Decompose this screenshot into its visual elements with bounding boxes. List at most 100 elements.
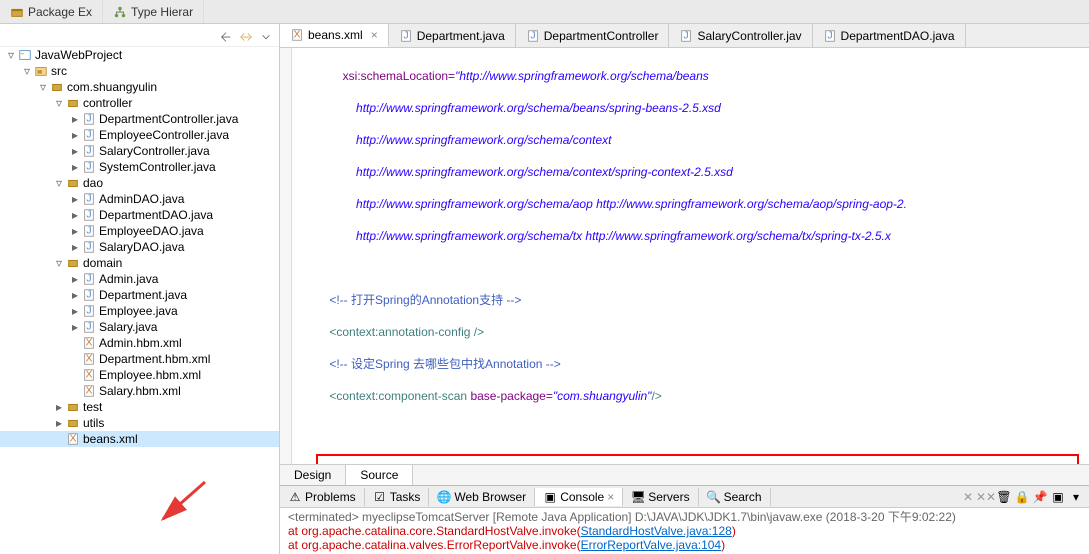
tab-problems[interactable]: ⚠Problems [280,488,365,506]
java-file-icon: J [82,304,96,318]
tree-file[interactable]: ▸JSalaryController.java [0,143,279,159]
open-console-icon[interactable]: ▾ [1069,490,1083,504]
editor-tab-beans[interactable]: Xbeans.xml× [280,24,389,47]
java-file-icon: J [82,224,96,238]
svg-text:J: J [86,209,91,221]
svg-text:J: J [827,29,832,41]
tab-web-browser[interactable]: 🌐Web Browser [429,488,535,506]
tab-design[interactable]: Design [280,465,346,485]
package-icon [66,176,80,190]
svg-text:X: X [86,385,93,397]
tree-file[interactable]: XSalary.hbm.xml [0,383,279,399]
tree-package[interactable]: ▿com.shuangyulin [0,79,279,95]
tab-servers[interactable]: 🖥Servers [623,488,698,506]
stack-link[interactable]: StandardHostValve.java:128 [581,524,732,538]
tree-test[interactable]: ▸test [0,399,279,415]
svg-text:J: J [86,193,91,205]
tree-controller[interactable]: ▿controller [0,95,279,111]
tab-package-explorer[interactable]: Package Ex [0,0,103,23]
xml-file-icon: X [290,28,304,42]
svg-text:J: J [86,273,91,285]
hierarchy-icon [113,5,127,19]
tasks-icon: ☑ [373,490,387,504]
collapse-icon[interactable] [219,30,233,44]
tab-search[interactable]: 🔍Search [699,488,771,506]
svg-text:J: J [684,29,689,41]
java-file-icon: J [823,29,837,43]
editor-tab[interactable]: JDepartmentDAO.java [813,24,966,47]
tree-file[interactable]: ▸JDepartmentController.java [0,111,279,127]
package-icon [50,80,64,94]
package-explorer[interactable]: ▿JavaWebProject ▿src ▿com.shuangyulin ▿c… [0,24,280,554]
stack-link[interactable]: ErrorReportValve.java:104 [581,538,722,552]
tree-domain[interactable]: ▿domain [0,255,279,271]
tree-file[interactable]: ▸JEmployeeController.java [0,127,279,143]
tab-source[interactable]: Source [346,465,413,485]
tree-utils[interactable]: ▸utils [0,415,279,431]
menu-icon[interactable] [259,30,273,44]
svg-text:X: X [86,353,93,365]
tree-file[interactable]: ▸JDepartmentDAO.java [0,207,279,223]
java-file-icon: J [679,29,693,43]
java-file-icon: J [82,240,96,254]
svg-text:X: X [294,29,301,41]
tab-tasks[interactable]: ☑Tasks [365,488,430,506]
explorer-toolbar [0,28,279,47]
tab-console[interactable]: ▣Console × [535,488,623,506]
close-icon[interactable]: × [371,28,378,42]
console-output[interactable]: <terminated> myeclipseTomcatServer [Remo… [280,508,1089,554]
src-folder-icon [34,64,48,78]
tree-dao[interactable]: ▿dao [0,175,279,191]
bottom-tabs: ⚠Problems ☑Tasks 🌐Web Browser ▣Console ×… [280,486,1089,508]
bottom-panel: ⚠Problems ☑Tasks 🌐Web Browser ▣Console ×… [280,485,1089,554]
package-icon [66,256,80,270]
tree-file[interactable]: XAdmin.hbm.xml [0,335,279,351]
svg-text:J: J [86,241,91,253]
svg-text:J: J [530,29,535,41]
tree-file[interactable]: ▸JDepartment.java [0,287,279,303]
console-icon: ▣ [543,490,557,504]
tree-file[interactable]: ▸JAdminDAO.java [0,191,279,207]
tree-file[interactable]: ▸JSalary.java [0,319,279,335]
close-icon[interactable]: × [607,490,614,504]
tab-type-hierarchy[interactable]: Type Hierar [103,0,204,23]
search-icon: 🔍 [707,490,721,504]
tree-file[interactable]: ▸JEmployeeDAO.java [0,223,279,239]
java-file-icon: J [82,320,96,334]
editor-tab[interactable]: JDepartment.java [389,24,516,47]
package-icon [66,96,80,110]
code-editor[interactable]: xsi:schemaLocation="http://www.springfra… [292,48,1089,464]
servers-icon: 🖥 [631,490,645,504]
remove-launch-icon[interactable]: ✕ [961,490,975,504]
pin-console-icon[interactable]: 📌 [1033,490,1047,504]
display-console-icon[interactable]: ▣ [1051,490,1065,504]
scroll-lock-icon[interactable]: 🔒 [1015,490,1029,504]
console-toolbar: ✕ ✕✕ 🗑 🔒 📌 ▣ ▾ [961,490,1089,504]
clear-console-icon[interactable]: 🗑 [997,490,1011,504]
tree-file[interactable]: ▸JSalaryDAO.java [0,239,279,255]
tree-file[interactable]: XDepartment.hbm.xml [0,351,279,367]
editor-area: Xbeans.xml× JDepartment.java JDepartment… [280,24,1089,554]
tree-file[interactable]: XEmployee.hbm.xml [0,367,279,383]
svg-text:J: J [86,225,91,237]
svg-text:X: X [86,369,93,381]
package-icon [66,416,80,430]
tree-beans-xml[interactable]: Xbeans.xml [0,431,279,447]
browser-icon: 🌐 [437,490,451,504]
tree-file[interactable]: ▸JAdmin.java [0,271,279,287]
editor-tab[interactable]: JDepartmentController [516,24,670,47]
remove-all-icon[interactable]: ✕✕ [979,490,993,504]
link-editor-icon[interactable] [239,30,253,44]
svg-text:J: J [86,113,91,125]
tree-file[interactable]: ▸JEmployee.java [0,303,279,319]
java-file-icon: J [82,192,96,206]
package-icon [66,400,80,414]
package-icon [10,5,24,19]
tree-src[interactable]: ▿src [0,63,279,79]
tree-project-root[interactable]: ▿JavaWebProject [0,47,279,63]
java-file-icon: J [82,128,96,142]
java-file-icon: J [82,160,96,174]
console-header: <terminated> myeclipseTomcatServer [Remo… [288,510,1081,524]
editor-tab[interactable]: JSalaryController.jav [669,24,812,47]
tree-file[interactable]: ▸JSystemController.java [0,159,279,175]
